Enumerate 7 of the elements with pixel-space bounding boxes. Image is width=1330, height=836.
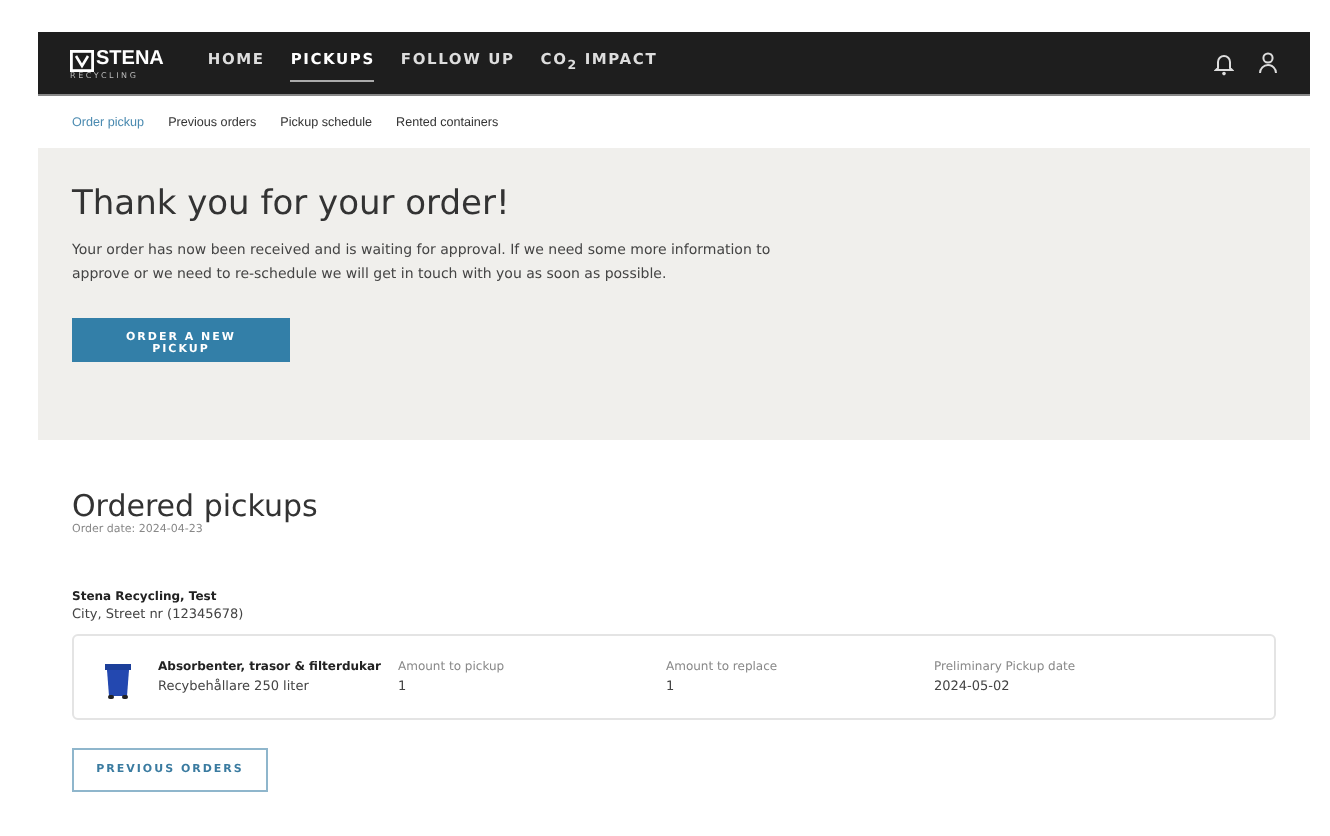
notification-bell-icon[interactable] — [1214, 51, 1234, 75]
user-icon[interactable] — [1258, 52, 1278, 74]
confirmation-title: Thank you for your order! — [72, 184, 512, 224]
logo-icon — [70, 49, 94, 71]
section-title: Ordered pickups — [72, 488, 320, 524]
waste-bin-icon — [104, 660, 132, 700]
logo-name: STENA — [96, 47, 164, 69]
